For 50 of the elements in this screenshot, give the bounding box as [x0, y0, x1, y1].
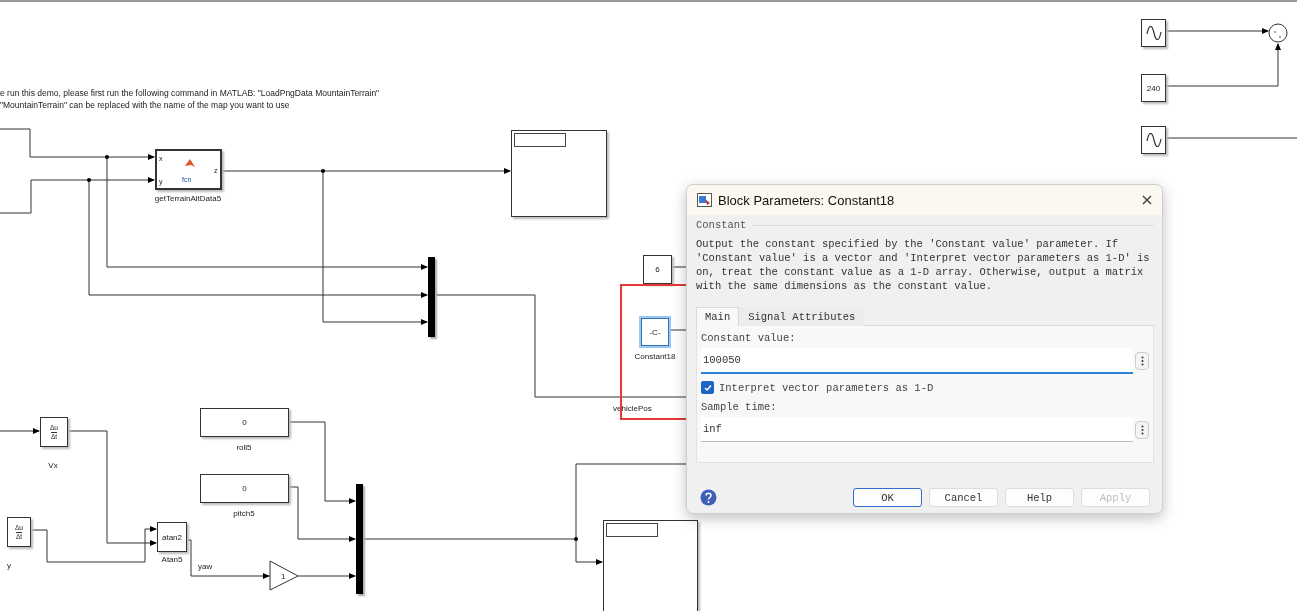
- signal-line: [297, 573, 356, 579]
- checkbox-label: Interpret vector parameters as 1-D: [719, 381, 934, 394]
- sum-block: [1268, 23, 1288, 43]
- matlab-logo-icon: [184, 158, 196, 170]
- input-field[interactable]: inf: [701, 417, 1133, 442]
- scope-title-bar: [514, 133, 566, 147]
- block-label: Vx: [48, 461, 58, 470]
- help-icon[interactable]: [700, 489, 717, 506]
- constant-value: 0: [242, 484, 247, 493]
- annotation-text: "MountainTerrain" can be replaced with the name of the map you want to use: [0, 100, 290, 110]
- input-field[interactable]: 100050: [701, 348, 1133, 374]
- block-label: y: [7, 561, 11, 570]
- group-title: Constant: [696, 219, 747, 231]
- close-button[interactable]: [1140, 193, 1154, 207]
- block-label: pitch5: [233, 509, 255, 518]
- junction-dot: [87, 178, 91, 182]
- block-label: getTerrainAltData5: [154, 194, 222, 203]
- dialog-title: Block Parameters: Constant18: [718, 192, 896, 208]
- constant-value: 6: [655, 265, 660, 274]
- field-label: Constant value:: [701, 332, 797, 344]
- tab[interactable]: Main: [696, 307, 740, 326]
- dialog-button[interactable]: Cancel: [929, 488, 998, 507]
- block-description: Output the constant specified by the 'Constant value' parameter. If 'Constant value' is a vector and 'Interpret vector parameters as 1-D' is on, treat the constant value as a 1-D array. Otherwise, output a matrix with the same dimensions as the constant value.: [696, 237, 1151, 293]
- sine-wave-icon: [1145, 26, 1162, 40]
- field-label: Sample time:: [701, 401, 778, 413]
- constant-value: -C-: [649, 327, 661, 337]
- checkbox[interactable]: [701, 381, 714, 394]
- dialog-button[interactable]: OK: [853, 488, 922, 507]
- constant-value: 240: [1146, 83, 1161, 93]
- annotation-text: e run this demo, please first run the following command in MATLAB: "LoadPngData MountainTerrain": [0, 88, 380, 98]
- constant-value: 0: [242, 418, 247, 427]
- more-icon: [1140, 356, 1144, 366]
- block-function: atan2: [162, 532, 182, 542]
- sine-wave-icon: [1145, 133, 1162, 147]
- block-label: roll5: [236, 443, 252, 452]
- close-icon: [1142, 195, 1152, 205]
- block-label: Atan5: [161, 555, 183, 564]
- signal-label: yaw: [198, 562, 213, 571]
- junction-dot: [574, 537, 578, 541]
- gain-value: 1: [281, 572, 286, 581]
- gain-block: [269, 560, 299, 591]
- more-icon: [1140, 424, 1144, 435]
- check-icon: [703, 383, 712, 392]
- block-parameters-icon: [697, 193, 712, 207]
- tab[interactable]: Signal Attributes: [739, 307, 865, 326]
- scope-title-bar: [606, 523, 658, 537]
- block-label: Constant18: [634, 352, 676, 361]
- junction-dot: [105, 155, 109, 159]
- junction-dot: [321, 169, 325, 173]
- dialog-button[interactable]: Help: [1005, 488, 1074, 507]
